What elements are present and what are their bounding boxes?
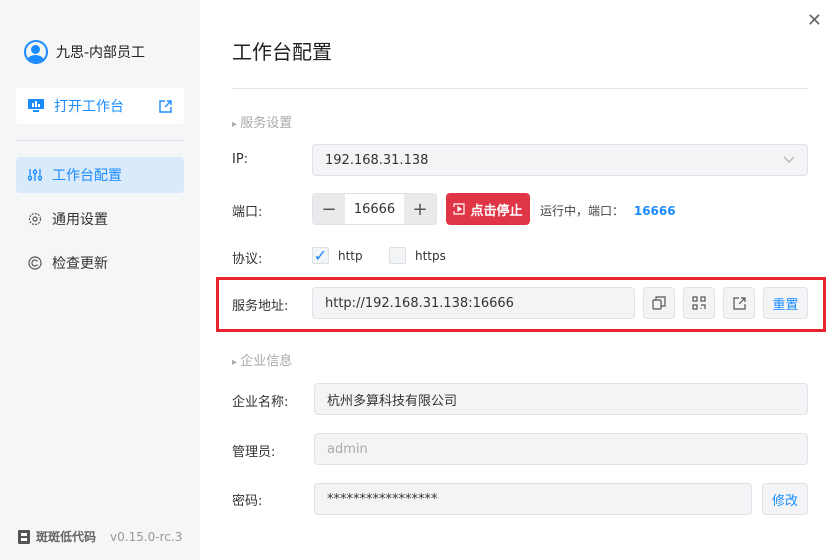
gear-icon — [28, 212, 42, 226]
address-label: 服务地址: — [232, 299, 289, 314]
stop-icon — [453, 203, 466, 215]
port-input[interactable]: 16666 — [345, 194, 404, 224]
sidebar-item-label: 检查更新 — [52, 256, 108, 272]
section-service-settings: 服务设置 — [232, 112, 292, 131]
open-workbench-label: 打开工作台 — [54, 99, 124, 115]
status-port: 16666 — [633, 204, 676, 218]
company-input[interactable]: 杭州多算科技有限公司 — [314, 383, 808, 415]
external-link-icon — [159, 99, 172, 113]
title-divider — [232, 88, 808, 89]
sidebar: 九思-内部员工 打开工作台 工作台配置 通用设置 检查更新 斑斑低代码 v0.1… — [0, 0, 200, 560]
password-input[interactable]: ***************** — [314, 483, 752, 515]
open-link-button[interactable] — [723, 287, 755, 319]
update-icon — [28, 256, 42, 270]
sidebar-item-label: 通用设置 — [52, 212, 108, 228]
status-text: 运行中，端口： 16666 — [540, 202, 676, 219]
sidebar-item-check-update[interactable]: 检查更新 — [16, 245, 184, 281]
ip-select[interactable]: 192.168.31.138 — [312, 144, 808, 176]
ip-value: 192.168.31.138 — [325, 152, 429, 168]
ip-label: IP: — [232, 152, 249, 167]
copy-icon — [652, 296, 666, 310]
brand-footer: 斑斑低代码 v0.15.0-rc.3 — [18, 528, 182, 545]
https-label: https — [415, 249, 446, 263]
increment-button[interactable]: + — [404, 194, 436, 224]
sidebar-item-general-settings[interactable]: 通用设置 — [16, 201, 184, 237]
chevron-down-icon — [783, 156, 795, 163]
sidebar-item-workbench-config[interactable]: 工作台配置 — [16, 157, 184, 193]
password-label: 密码: — [232, 494, 263, 509]
qrcode-icon — [692, 296, 706, 310]
page-title: 工作台配置 — [232, 40, 332, 64]
port-label: 端口: — [232, 205, 263, 220]
port-stepper: − 16666 + — [312, 193, 437, 225]
user-profile: 九思-内部员工 — [24, 40, 145, 64]
decrement-button[interactable]: − — [313, 194, 345, 224]
user-name: 九思-内部员工 — [56, 45, 146, 61]
http-checkbox[interactable]: ✓ — [312, 247, 329, 264]
stop-label: 点击停止 — [470, 203, 523, 219]
external-link-icon — [732, 296, 746, 310]
section-company-info: 企业信息 — [232, 350, 292, 369]
open-workbench-button[interactable]: 打开工作台 — [16, 88, 184, 124]
admin-input[interactable]: admin — [314, 433, 808, 465]
monitor-icon — [28, 99, 44, 112]
http-label: http — [338, 249, 363, 263]
version-text: v0.15.0-rc.3 — [110, 529, 183, 544]
company-label: 企业名称: — [232, 395, 289, 410]
modify-button[interactable]: 修改 — [762, 483, 808, 515]
address-input[interactable]: http://192.168.31.138:16666 — [312, 287, 635, 319]
copy-button[interactable] — [643, 287, 675, 319]
reset-button[interactable]: 重置 — [763, 287, 808, 319]
protocol-label: 协议: — [232, 252, 263, 267]
sliders-icon — [28, 169, 42, 181]
status-label: 运行中，端口： — [540, 204, 625, 218]
qrcode-button[interactable] — [683, 287, 715, 319]
user-avatar-icon — [24, 40, 48, 64]
sidebar-divider — [16, 140, 184, 141]
admin-label: 管理员: — [232, 445, 276, 460]
brand-logo-icon — [18, 529, 30, 544]
brand-name: 斑斑低代码 — [36, 530, 97, 544]
stop-button[interactable]: 点击停止 — [446, 193, 530, 225]
sidebar-item-label: 工作台配置 — [52, 168, 122, 184]
close-icon[interactable]: ✕ — [807, 10, 822, 31]
https-checkbox[interactable] — [389, 247, 406, 264]
